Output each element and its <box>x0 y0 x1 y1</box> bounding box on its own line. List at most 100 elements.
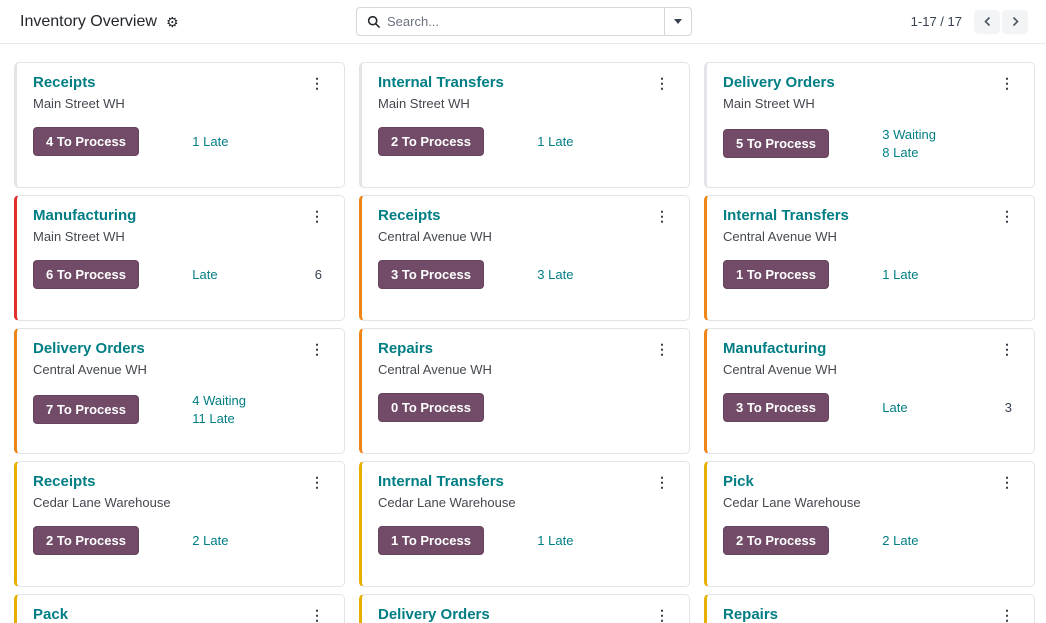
to-process-button[interactable]: 7 To Process <box>33 394 139 424</box>
to-process-button[interactable]: 3 To Process <box>378 259 484 289</box>
status-link[interactable]: 8 Late <box>882 145 1018 160</box>
search-dropdown-toggle[interactable] <box>664 8 691 35</box>
kebab-menu-icon[interactable]: ⋮ <box>651 473 673 491</box>
card-title-link[interactable]: Manufacturing <box>723 340 826 359</box>
kebab-menu-icon[interactable]: ⋮ <box>651 207 673 225</box>
to-process-button[interactable]: 2 To Process <box>378 126 484 156</box>
to-process-area: 2 To Process <box>33 525 192 555</box>
to-process-button[interactable]: 1 To Process <box>378 525 484 555</box>
card-body: 5 To Process 3 Waiting 8 Late <box>723 127 1018 160</box>
card-title-link[interactable]: Repairs <box>723 606 778 623</box>
kebab-menu-icon[interactable]: ⋮ <box>996 473 1018 491</box>
card-warehouse: Central Avenue WH <box>723 361 837 377</box>
card-warehouse: Central Avenue WH <box>378 228 492 244</box>
status-area: 1 Late <box>537 134 673 149</box>
status-link[interactable]: 11 Late <box>192 411 328 426</box>
card-title-link[interactable]: Delivery Orders <box>723 74 835 93</box>
card-warehouse: Central Avenue WH <box>33 361 147 377</box>
status-label-link[interactable]: Late <box>192 267 217 282</box>
pager-range: 1-17 / 17 <box>910 14 962 29</box>
to-process-area: 6 To Process <box>33 259 192 289</box>
card-header: Repairs ⋮ <box>378 340 673 359</box>
to-process-area: 0 To Process <box>378 392 537 422</box>
to-process-area: 3 To Process <box>378 259 537 289</box>
kebab-menu-icon[interactable]: ⋮ <box>306 340 328 358</box>
status-link[interactable]: 3 Waiting <box>882 127 1018 142</box>
search-input[interactable] <box>387 8 664 35</box>
kebab-menu-icon[interactable]: ⋮ <box>996 606 1018 623</box>
card-title-link[interactable]: Receipts <box>378 207 441 226</box>
kebab-menu-icon[interactable]: ⋮ <box>996 340 1018 358</box>
kanban-card: Receipts ⋮ Central Avenue WH 3 To Process 3 … <box>359 195 690 321</box>
status-area: 3 Waiting 8 Late <box>882 127 1018 160</box>
status-area: 2 Late <box>192 533 328 548</box>
card-warehouse: Cedar Lane Warehouse <box>378 494 516 510</box>
card-body: 2 To Process 2 Late <box>723 525 1018 555</box>
card-header: Manufacturing ⋮ <box>723 340 1018 359</box>
kebab-menu-icon[interactable]: ⋮ <box>996 207 1018 225</box>
gear-icon[interactable]: ⚙ <box>166 15 179 29</box>
card-header: Repairs ⋮ <box>723 606 1018 623</box>
to-process-area: 2 To Process <box>378 126 537 156</box>
card-body: 4 To Process 1 Late <box>33 126 328 156</box>
card-header: Receipts ⋮ <box>33 74 328 93</box>
status-area: Late 3 <box>882 400 1018 415</box>
to-process-button[interactable]: 6 To Process <box>33 259 139 289</box>
to-process-button[interactable]: 2 To Process <box>33 525 139 555</box>
card-title-link[interactable]: Pick <box>723 473 754 492</box>
card-title-link[interactable]: Pack <box>33 606 68 623</box>
kanban-card: Delivery Orders ⋮ Main Street WH 5 To Proce… <box>704 62 1035 188</box>
to-process-area: 1 To Process <box>378 525 537 555</box>
pager-prev-button[interactable] <box>974 9 1000 34</box>
card-header: Delivery Orders ⋮ <box>378 606 673 623</box>
card-title-link[interactable]: Internal Transfers <box>378 74 504 93</box>
kebab-menu-icon[interactable]: ⋮ <box>651 340 673 358</box>
status-link[interactable]: 2 Late <box>192 533 328 548</box>
card-header: Pick ⋮ <box>723 473 1018 492</box>
status-link[interactable]: 3 Late <box>537 267 673 282</box>
to-process-button[interactable]: 1 To Process <box>723 259 829 289</box>
kebab-menu-icon[interactable]: ⋮ <box>651 606 673 623</box>
to-process-area: 1 To Process <box>723 259 882 289</box>
kebab-menu-icon[interactable]: ⋮ <box>306 74 328 92</box>
caret-down-icon <box>674 19 682 24</box>
status-link[interactable]: 1 Late <box>192 134 328 149</box>
to-process-button[interactable]: 4 To Process <box>33 126 139 156</box>
card-title-link[interactable]: Delivery Orders <box>378 606 490 623</box>
card-warehouse: Main Street WH <box>723 95 815 111</box>
search-bar <box>356 7 692 36</box>
card-title-link[interactable]: Receipts <box>33 473 96 492</box>
status-link[interactable]: 1 Late <box>537 134 673 149</box>
card-title-link[interactable]: Receipts <box>33 74 96 93</box>
card-title-link[interactable]: Manufacturing <box>33 207 136 226</box>
kebab-menu-icon[interactable]: ⋮ <box>651 74 673 92</box>
kanban-card: Repairs ⋮ Central Avenue WH 0 To Process <box>359 328 690 454</box>
kebab-menu-icon[interactable]: ⋮ <box>306 606 328 623</box>
card-title-link[interactable]: Repairs <box>378 340 433 359</box>
to-process-button[interactable]: 5 To Process <box>723 128 829 158</box>
card-header: Delivery Orders ⋮ <box>723 74 1018 93</box>
pager-next-button[interactable] <box>1002 9 1028 34</box>
search-icon <box>357 8 387 35</box>
kanban-card: Pick ⋮ Cedar Lane Warehouse 2 To Process 2 L… <box>704 461 1035 587</box>
card-title-link[interactable]: Internal Transfers <box>378 473 504 492</box>
kanban-card: Manufacturing ⋮ Main Street WH 6 To Process… <box>14 195 345 321</box>
status-count: 3 <box>1004 399 1012 415</box>
to-process-button[interactable]: 2 To Process <box>723 525 829 555</box>
kebab-menu-icon[interactable]: ⋮ <box>306 473 328 491</box>
status-link[interactable]: 2 Late <box>882 533 1018 548</box>
status-link[interactable]: 1 Late <box>882 267 1018 282</box>
card-header: Internal Transfers ⋮ <box>378 473 673 492</box>
kebab-menu-icon[interactable]: ⋮ <box>996 74 1018 92</box>
status-link[interactable]: 4 Waiting <box>192 393 328 408</box>
to-process-button[interactable]: 3 To Process <box>723 392 829 422</box>
kebab-menu-icon[interactable]: ⋮ <box>306 207 328 225</box>
card-header: Manufacturing ⋮ <box>33 207 328 226</box>
card-title-link[interactable]: Delivery Orders <box>33 340 145 359</box>
to-process-button[interactable]: 0 To Process <box>378 392 484 422</box>
card-title-link[interactable]: Internal Transfers <box>723 207 849 226</box>
status-label-link[interactable]: Late <box>882 400 907 415</box>
status-row: Late 3 <box>882 400 1018 415</box>
card-body: 2 To Process 1 Late <box>378 126 673 156</box>
status-link[interactable]: 1 Late <box>537 533 673 548</box>
